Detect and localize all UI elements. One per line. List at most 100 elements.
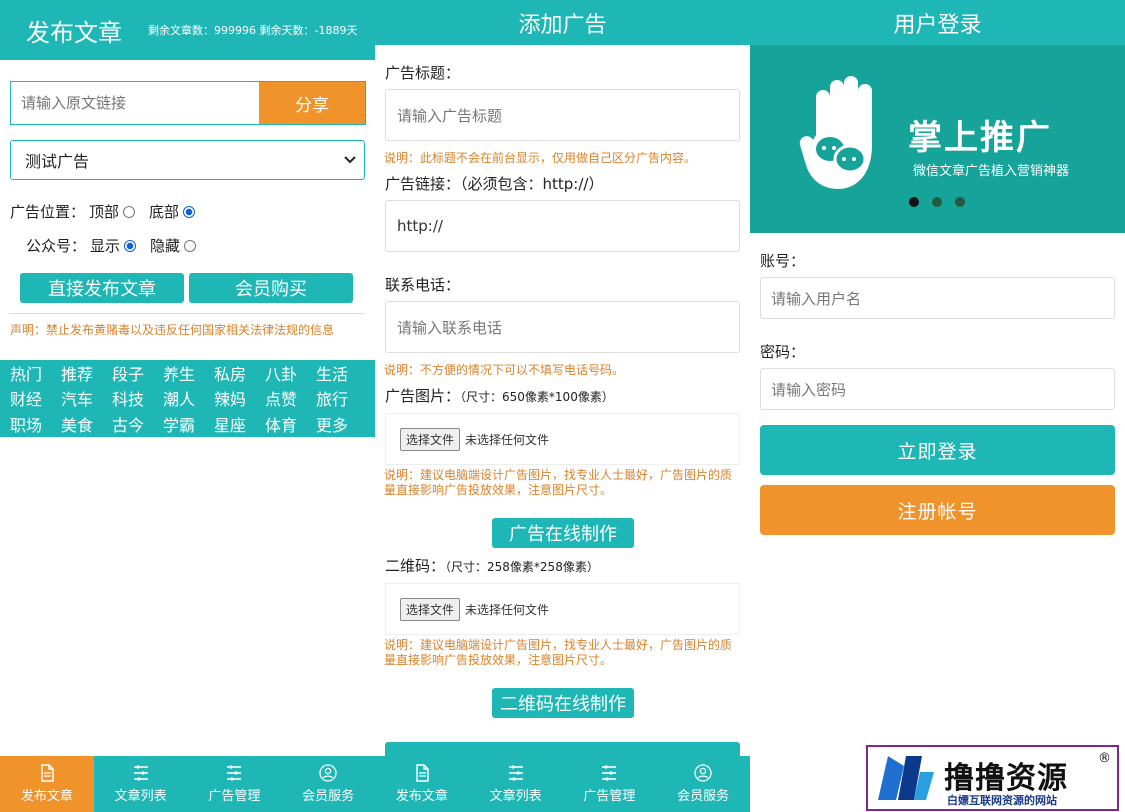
no-file-text: 未选择任何文件 xyxy=(465,432,550,447)
phone-input[interactable]: 请输入联系电话 xyxy=(385,301,740,353)
brand-subtitle: 微信文章广告植入营销神器 xyxy=(913,164,1070,179)
list-icon xyxy=(508,765,523,781)
account-label: 账号： xyxy=(760,252,806,270)
category-link[interactable]: 推荐 xyxy=(61,364,112,386)
category-link[interactable]: 点赞 xyxy=(265,389,316,411)
direct-publish-button[interactable]: 直接发布文章 xyxy=(20,273,184,303)
nav-member[interactable]: 会员服务 xyxy=(656,756,750,812)
nav-label: 文章列表 xyxy=(489,789,542,804)
ad-select-value: 测试广告 xyxy=(25,152,90,171)
category-link[interactable]: 美食 xyxy=(61,415,112,437)
position-bottom-label: 底部 xyxy=(149,203,180,221)
category-link[interactable]: 养生 xyxy=(163,364,214,386)
make-ad-button[interactable]: 广告在线制作 xyxy=(492,518,634,548)
ad-title-label: 广告标题： xyxy=(385,64,461,82)
watermark-slogan: 白嫖互联网资源的网站 xyxy=(947,794,1057,807)
nav-article-list[interactable]: 文章列表 xyxy=(469,756,563,812)
article-url-input[interactable] xyxy=(11,82,259,124)
carousel-dot[interactable] xyxy=(932,197,942,207)
nav-ad-manage[interactable]: 广告管理 xyxy=(188,756,282,812)
username-placeholder: 请输入用户名 xyxy=(771,289,862,308)
bottom-nav: 发布文章 文章列表 广告管理 会员服务 xyxy=(375,756,750,812)
ad-link-value: http:// xyxy=(397,217,443,235)
ad-select[interactable]: 测试广告 xyxy=(10,140,365,180)
nav-ad-manage[interactable]: 广告管理 xyxy=(563,756,657,812)
account-label: 公众号： xyxy=(26,237,87,255)
nav-member[interactable]: 会员服务 xyxy=(281,756,375,812)
username-input[interactable]: 请输入用户名 xyxy=(760,277,1115,319)
make-qr-button[interactable]: 二维码在线制作 xyxy=(492,688,634,718)
ad-image-size: （尺寸：650像素*100像素） xyxy=(460,390,614,404)
sliders-icon xyxy=(227,765,242,781)
account-show-label: 显示 xyxy=(90,237,121,255)
ad-image-label: 广告图片：（尺寸：650像素*100像素） xyxy=(385,385,614,406)
quota-stats: 剩余文章数：999996 剩余天数：-1889天 xyxy=(148,24,358,37)
carousel-dot[interactable] xyxy=(909,197,919,207)
login-header: 用户登录 xyxy=(750,0,1125,45)
category-link[interactable]: 生活 xyxy=(316,364,367,386)
account-hide-radio[interactable] xyxy=(184,239,197,252)
choose-file-button[interactable]: 选择文件 xyxy=(400,597,461,621)
nav-label: 发布文章 xyxy=(20,789,73,804)
nav-label: 会员服务 xyxy=(677,789,730,804)
category-link[interactable]: 职场 xyxy=(10,415,61,437)
account-show-radio[interactable] xyxy=(124,239,137,252)
category-link[interactable]: 旅行 xyxy=(316,389,367,411)
login-panel: 用户登录 掌上推广 微信文章广告植入营销神器 账号： 请输入用户名 密码： 请输… xyxy=(750,0,1125,812)
category-link[interactable]: 财经 xyxy=(10,389,61,411)
ad-image-label-text: 广告图片： xyxy=(385,387,461,405)
ad-link-input[interactable]: http:// xyxy=(385,200,740,252)
nav-label: 文章列表 xyxy=(114,789,167,804)
category-link[interactable]: 科技 xyxy=(112,389,163,411)
share-button[interactable]: 分享 xyxy=(259,82,365,124)
ad-position-row: 广告位置： 顶部 底部 xyxy=(10,201,205,222)
category-link[interactable]: 体育 xyxy=(265,415,316,437)
category-link[interactable]: 段子 xyxy=(112,364,163,386)
category-link[interactable]: 星座 xyxy=(214,415,265,437)
carousel-dot[interactable] xyxy=(955,197,965,207)
watermark-emblem-icon xyxy=(878,756,934,800)
add-ad-panel: 添加广告 广告标题： 请输入广告标题 说明：此标题不会在前台显示，仅用做自己区分… xyxy=(375,0,750,812)
position-bottom-radio[interactable] xyxy=(183,205,196,218)
bottom-nav: 发布文章 文章列表 广告管理 会员服务 xyxy=(0,756,375,812)
category-link[interactable]: 八卦 xyxy=(265,364,316,386)
member-buy-button[interactable]: 会员购买 xyxy=(189,273,353,303)
login-button[interactable]: 立即登录 xyxy=(760,425,1115,475)
ad-title-placeholder: 请输入广告标题 xyxy=(397,106,503,125)
nav-label: 会员服务 xyxy=(302,789,355,804)
watermark-name: 撸撸资源 xyxy=(944,761,1068,796)
category-link[interactable]: 汽车 xyxy=(61,389,112,411)
category-grid: 热门 推荐 段子 养生 私房 八卦 生活财经 汽车 科技 潮人 辣妈 点赞 旅行职场 美食 古今 学霸 星座 体育… xyxy=(0,360,375,437)
category-link[interactable]: 古今 xyxy=(112,415,163,437)
qr-size: （尺寸：258像素*258像素） xyxy=(445,560,599,574)
nav-publish[interactable]: 发布文章 xyxy=(375,756,469,812)
category-link[interactable]: 学霸 xyxy=(163,415,214,437)
chevron-down-icon xyxy=(344,156,356,164)
nav-label: 广告管理 xyxy=(583,789,636,804)
document-icon xyxy=(416,764,429,782)
category-link[interactable]: 潮人 xyxy=(163,389,214,411)
register-button[interactable]: 注册帐号 xyxy=(760,485,1115,535)
ad-title-input[interactable]: 请输入广告标题 xyxy=(385,89,740,141)
user-circle-icon xyxy=(694,764,712,782)
page-title: 发布文章 xyxy=(26,18,122,47)
nav-label: 发布文章 xyxy=(395,789,448,804)
choose-file-button[interactable]: 选择文件 xyxy=(400,427,461,451)
page-title: 用户登录 xyxy=(893,12,982,38)
divider xyxy=(10,313,365,314)
qr-label-text: 二维码： xyxy=(385,557,446,575)
password-placeholder: 请输入密码 xyxy=(771,380,847,399)
position-top-radio[interactable] xyxy=(123,205,136,218)
ad-image-file: 选择文件 未选择任何文件 xyxy=(385,413,740,465)
category-link[interactable]: 私房 xyxy=(214,364,265,386)
category-link[interactable]: 辣妈 xyxy=(214,389,265,411)
nav-article-list[interactable]: 文章列表 xyxy=(94,756,188,812)
password-input[interactable]: 请输入密码 xyxy=(760,368,1115,410)
no-file-text: 未选择任何文件 xyxy=(465,602,550,617)
category-link[interactable]: 热门 xyxy=(10,364,61,386)
add-ad-header: 添加广告 xyxy=(375,0,750,45)
nav-publish[interactable]: 发布文章 xyxy=(0,756,94,812)
ad-position-label: 广告位置： xyxy=(10,203,86,221)
category-link[interactable]: 更多 xyxy=(316,415,367,437)
ad-link-label: 广告链接：（必须包含：http://） xyxy=(385,175,604,193)
